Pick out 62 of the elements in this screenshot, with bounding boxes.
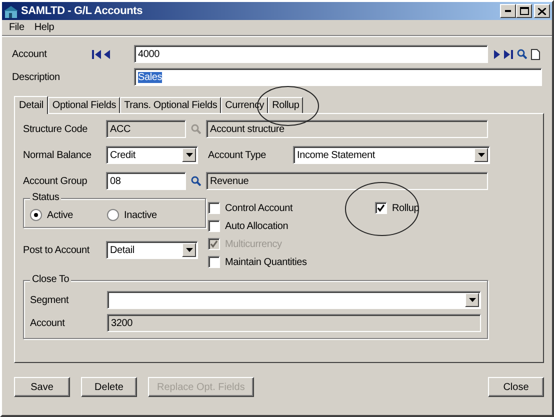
close-button[interactable] (534, 4, 550, 18)
close-account-field: 3200 (107, 314, 481, 332)
first-record-icon[interactable] (92, 50, 101, 58)
maximize-button[interactable] (516, 4, 532, 18)
field-label: Normal Balance (23, 150, 92, 160)
action-button[interactable]: Save (14, 377, 70, 397)
field-label: Post to Account (23, 244, 91, 256)
checkbox[interactable] (208, 256, 220, 268)
checkbox-label: Multicurrency (225, 238, 282, 250)
tab[interactable]: Optional Fields (48, 97, 120, 113)
checkbox[interactable] (208, 202, 220, 214)
previous-record-icon[interactable] (104, 50, 110, 58)
next-record-icon[interactable] (494, 50, 500, 58)
field-label: Account Type (208, 150, 268, 160)
checkbox[interactable] (208, 220, 220, 232)
account-type-dropdown[interactable]: Income Statement (293, 146, 490, 164)
post-to-account-dropdown[interactable]: Detail (106, 241, 198, 259)
close-window-button[interactable]: Close (488, 377, 544, 397)
close-icon[interactable] (538, 8, 546, 14)
segment-dropdown[interactable] (107, 291, 481, 309)
search-icon (191, 124, 201, 134)
minimize-button[interactable] (500, 4, 516, 18)
menu-item[interactable]: Help (33, 22, 56, 33)
structure-description-field: Account structure (206, 120, 488, 138)
normal-balance-dropdown[interactable]: Credit (106, 146, 198, 164)
tab[interactable]: Detail (14, 96, 48, 114)
account-group-description-field: Revenue (206, 172, 488, 190)
field-label: Account (11, 48, 48, 60)
field-label: Account (30, 318, 66, 328)
action-button[interactable]: Delete (81, 377, 137, 397)
tab[interactable]: Rollup (268, 97, 304, 113)
field-label: Account Group (23, 176, 88, 186)
field-label: Description (11, 72, 61, 82)
caret-icon[interactable] (186, 153, 192, 157)
radio-label: Active (47, 210, 74, 220)
checkbox-label: Control Account (225, 202, 293, 214)
search-icon[interactable] (191, 176, 201, 186)
checkbox-label: Maintain Quantities (225, 256, 307, 268)
radio-button[interactable] (107, 209, 120, 221)
tab[interactable]: Trans. Optional Fields (120, 97, 222, 113)
account-group-field[interactable]: 08 (106, 172, 186, 190)
checkbox-label: Auto Allocation (225, 220, 288, 232)
new-document-icon[interactable] (531, 48, 540, 60)
maximize-icon[interactable] (520, 7, 528, 15)
last-record-icon[interactable] (504, 50, 513, 58)
field-label: Structure Code (23, 124, 88, 134)
account-field[interactable]: 4000 (134, 45, 488, 63)
caret-icon[interactable] (468, 298, 476, 302)
group-label: Close To (30, 274, 72, 285)
field-label: Segment (30, 294, 70, 306)
window-title: SAMLTD - G/L Accounts (21, 5, 144, 17)
radio-button[interactable] (30, 209, 42, 221)
caret-icon[interactable] (186, 248, 192, 252)
group-label: Status (30, 192, 62, 203)
checkbox[interactable] (375, 202, 387, 214)
app-icon (4, 4, 18, 18)
description-field[interactable]: Sales (134, 68, 542, 86)
caret-icon[interactable] (478, 153, 484, 157)
menu-item[interactable]: File (8, 22, 26, 33)
search-icon[interactable] (517, 49, 527, 59)
structure-code-field: ACC (106, 120, 186, 138)
radio-label: Inactive (124, 210, 157, 220)
